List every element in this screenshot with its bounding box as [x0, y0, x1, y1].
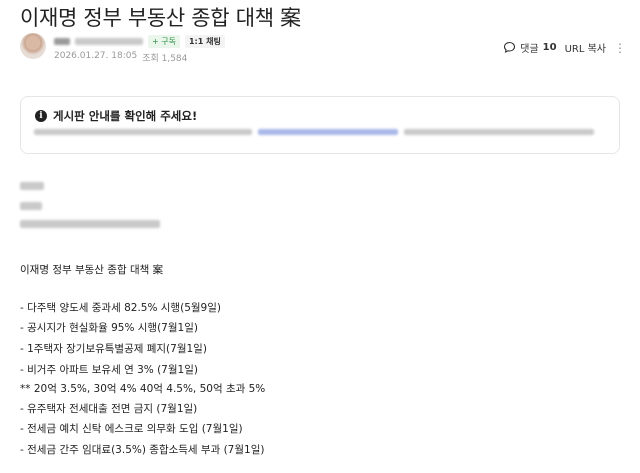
chat-button[interactable]: 1:1 채팅	[184, 34, 225, 48]
comment-label: 댓글	[520, 44, 539, 55]
policy-line: - 전세금 예치 신탁 에스크로 의무화 도입 (7월1일)	[20, 423, 243, 435]
url-copy-button[interactable]: URL 복사	[565, 40, 606, 55]
comment-button[interactable]: 댓글 10	[503, 40, 557, 55]
more-options-icon[interactable]: ⋮	[614, 41, 626, 55]
policy-line: - 비거주 아파트 보유세 연 3% (7월1일)	[20, 364, 198, 376]
post-meta: 2026.01.27. 18:05 조회 1,584	[54, 51, 187, 64]
comment-icon	[504, 41, 516, 54]
policy-line: - 전세금 간주 임대료(3.5%) 종합소득세 부과 (7월1일)	[20, 444, 265, 456]
post-actions: 댓글 10 URL 복사 ⋮	[503, 40, 626, 55]
policy-line: - 다주택 양도세 중과세 82.5% 시행(5월9일)	[20, 302, 221, 314]
policy-line: ** 20억 3.5%, 30억 4% 40억 4.5%, 50억 초과 5%	[20, 383, 266, 395]
notice-body-blurred	[34, 129, 594, 135]
comment-count: 10	[542, 42, 557, 53]
author-name-blurred[interactable]	[54, 37, 70, 45]
notice-header: i 게시판 안내를 확인해 주세요!	[35, 108, 197, 124]
info-icon: i	[35, 110, 47, 122]
author-id-blurred	[75, 37, 143, 45]
policy-line: - 1주택자 장기보유특별공제 폐지(7월1일)	[20, 343, 207, 355]
board-notice: i 게시판 안내를 확인해 주세요!	[20, 96, 620, 154]
author-avatar[interactable]	[20, 33, 46, 59]
policy-line: - 공시지가 현실화율 95% 시행(7월1일)	[20, 322, 198, 334]
author-row: + 구독 1:1 채팅	[54, 34, 225, 48]
post-title: 이재명 정부 부동산 종합 대책 案	[20, 6, 301, 30]
body-heading: 이재명 정부 부동산 종합 대책 案	[20, 264, 164, 276]
follow-button[interactable]: + 구독	[148, 34, 180, 48]
post-views: 조회 1,584	[142, 54, 188, 64]
policy-line: - 유주택자 전세대출 전면 금지 (7월1일)	[20, 403, 198, 415]
notice-heading: 게시판 안내를 확인해 주세요!	[53, 109, 198, 123]
notice-link-blurred[interactable]	[258, 129, 398, 135]
post-date: 2026.01.27. 18:05	[54, 51, 138, 61]
